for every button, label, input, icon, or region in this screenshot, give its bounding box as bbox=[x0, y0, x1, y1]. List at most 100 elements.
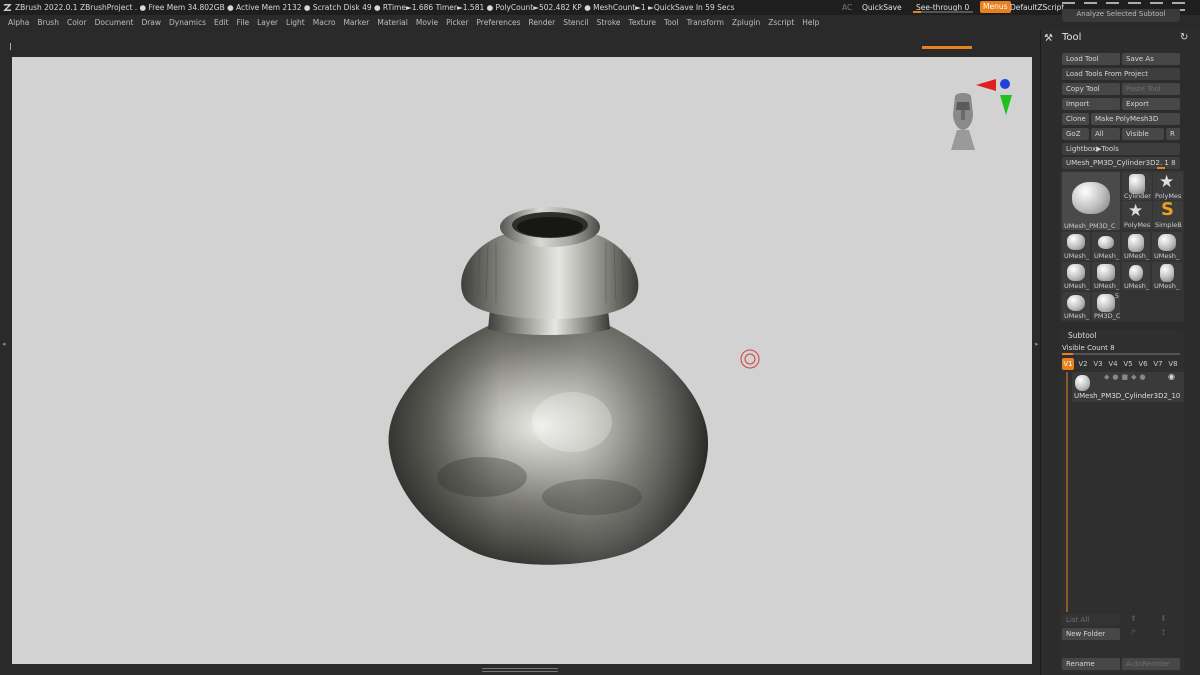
vset-tab-4[interactable]: V4 bbox=[1107, 358, 1119, 370]
vset-tab-1[interactable]: V1 bbox=[1062, 358, 1074, 370]
menus-toggle-button[interactable]: Menus bbox=[980, 1, 1011, 13]
star-thumb-icon: ★ bbox=[1128, 201, 1144, 221]
subtool-list-item[interactable]: ◆●■◆● ◉ UMesh_PM3D_Cylinder3D2_10 bbox=[1072, 372, 1184, 402]
tool-thumb-polymesh[interactable]: ★ PolyMes bbox=[1153, 172, 1183, 200]
tool-thumb-r1-1[interactable]: UMesh_ bbox=[1062, 232, 1090, 260]
tool-thumb-r2-4[interactable]: UMesh_ bbox=[1152, 262, 1182, 290]
export-button[interactable]: Export bbox=[1122, 98, 1180, 110]
menu-macro[interactable]: Macro bbox=[313, 15, 336, 30]
vset-tab-3[interactable]: V3 bbox=[1092, 358, 1104, 370]
visibility-eye-icon[interactable]: ◉ bbox=[1168, 372, 1175, 381]
auto-reorder-button[interactable]: AutoReorder bbox=[1122, 658, 1180, 670]
vset-tab-8[interactable]: V8 bbox=[1167, 358, 1179, 370]
menu-dynamics[interactable]: Dynamics bbox=[169, 15, 206, 30]
right-tray-toggle-icon[interactable]: ▸ bbox=[1035, 340, 1039, 348]
tool-thumb-main[interactable]: UMesh_PM3D_C bbox=[1062, 172, 1120, 230]
tool-thumb-label: PolyMes bbox=[1155, 192, 1182, 200]
vset-tab-7[interactable]: V7 bbox=[1152, 358, 1164, 370]
menu-stroke[interactable]: Stroke bbox=[597, 15, 621, 30]
tool-thumb-label: SimpleB bbox=[1155, 221, 1182, 229]
folder-arrow-icon[interactable]: ↱ bbox=[1130, 628, 1137, 637]
visible-count-track[interactable] bbox=[1062, 353, 1180, 355]
menu-brush[interactable]: Brush bbox=[37, 15, 59, 30]
lightbox-tools-button[interactable]: Lightbox▶Tools bbox=[1062, 143, 1180, 155]
menu-preferences[interactable]: Preferences bbox=[476, 15, 520, 30]
current-tool-slider-indicator bbox=[1157, 167, 1165, 169]
menu-draw[interactable]: Draw bbox=[141, 15, 161, 30]
new-folder-button[interactable]: New Folder bbox=[1062, 628, 1120, 640]
make-polymesh3d-button[interactable]: Make PolyMesh3D bbox=[1091, 113, 1180, 125]
move-up-icon[interactable]: ⬆ bbox=[1130, 614, 1137, 623]
save-as-button[interactable]: Save As bbox=[1122, 53, 1180, 65]
rename-button[interactable]: Rename bbox=[1062, 658, 1120, 670]
tool-thumb-label: Cylinder bbox=[1124, 192, 1151, 200]
menu-zplugin[interactable]: Zplugin bbox=[732, 15, 760, 30]
tool-thumb-cylinder[interactable]: Cylinder bbox=[1122, 172, 1152, 200]
subtool-options-icons[interactable]: ◆●■◆● bbox=[1104, 373, 1149, 381]
tool-brush-icon: ⚒ bbox=[1044, 33, 1053, 44]
tool-thumb-r2-2[interactable]: UMesh_ bbox=[1092, 262, 1120, 290]
tool-thumb-r3-1[interactable]: UMesh_ bbox=[1062, 292, 1090, 320]
menu-color[interactable]: Color bbox=[67, 15, 87, 30]
menu-texture[interactable]: Texture bbox=[629, 15, 656, 30]
viewport-bottom-bar bbox=[0, 664, 1040, 675]
menu-bar: Alpha Brush Color Document Draw Dynamics Edit F… bbox=[0, 15, 1040, 30]
menu-stencil[interactable]: Stencil bbox=[563, 15, 588, 30]
menu-help[interactable]: Help bbox=[802, 15, 819, 30]
vset-tab-6[interactable]: V6 bbox=[1137, 358, 1149, 370]
left-tray-toggle-icon[interactable]: ◂ bbox=[2, 340, 6, 348]
menu-light[interactable]: Light bbox=[286, 15, 305, 30]
load-tool-button[interactable]: Load Tool bbox=[1062, 53, 1120, 65]
goz-all-button[interactable]: All bbox=[1091, 128, 1120, 140]
tool-palette-header[interactable]: ⚒ Tool ↻ bbox=[1044, 31, 1194, 47]
paste-tool-button[interactable]: Paste Tool bbox=[1122, 83, 1180, 95]
vset-tab-2[interactable]: V2 bbox=[1077, 358, 1089, 370]
menu-edit[interactable]: Edit bbox=[214, 15, 229, 30]
goz-visible-button[interactable]: Visible bbox=[1122, 128, 1164, 140]
tool-thumb-r1-3[interactable]: UMesh_ bbox=[1122, 232, 1150, 260]
folder-move-icon[interactable]: ↥ bbox=[1160, 628, 1167, 637]
reset-icon[interactable]: ↻ bbox=[1180, 32, 1188, 43]
menu-render[interactable]: Render bbox=[529, 15, 556, 30]
move-down-icon[interactable]: ⬇ bbox=[1160, 614, 1167, 623]
goz-button[interactable]: GoZ bbox=[1062, 128, 1089, 140]
menu-movie[interactable]: Movie bbox=[416, 15, 438, 30]
tool-thumb-polymesh2[interactable]: ★ PolyMes bbox=[1122, 201, 1152, 229]
list-all-button[interactable]: List All bbox=[1062, 614, 1120, 626]
visibility-set-tabs: V1 V2 V3 V4 V5 V6 V7 V8 bbox=[1062, 358, 1184, 370]
tool-thumb-simpleb[interactable]: S SimpleB bbox=[1153, 201, 1183, 229]
tool-thumb-r2-1[interactable]: UMesh_ bbox=[1062, 262, 1090, 290]
copy-tool-button[interactable]: Copy Tool bbox=[1062, 83, 1120, 95]
menu-file[interactable]: File bbox=[237, 15, 250, 30]
load-tools-from-project-button[interactable]: Load Tools From Project bbox=[1062, 68, 1180, 80]
tool-thumb-r1-2[interactable]: UMesh_ bbox=[1092, 232, 1120, 260]
analyze-subtool-button[interactable]: Analyze Selected Subtool bbox=[1062, 9, 1180, 22]
bottom-tray-grip-icon[interactable] bbox=[482, 668, 558, 672]
see-through-track[interactable] bbox=[913, 11, 973, 13]
menu-material[interactable]: Material bbox=[377, 15, 407, 30]
menu-zscript[interactable]: Zscript bbox=[768, 15, 794, 30]
tool-thumb-r3-2[interactable]: PM3D_C 5 bbox=[1092, 292, 1120, 320]
menu-picker[interactable]: Picker bbox=[446, 15, 468, 30]
menu-document[interactable]: Document bbox=[95, 15, 134, 30]
menu-transform[interactable]: Transform bbox=[687, 15, 724, 30]
ac-button[interactable]: AC bbox=[842, 0, 852, 15]
goz-r-button[interactable]: R bbox=[1166, 128, 1180, 140]
canvas-viewport[interactable] bbox=[12, 57, 1032, 664]
subtool-list-scrollbar[interactable] bbox=[1066, 372, 1068, 612]
default-zscript-button[interactable]: DefaultZScript bbox=[1010, 0, 1064, 15]
subtool-header[interactable]: Subtool bbox=[1060, 331, 1184, 342]
menu-layer[interactable]: Layer bbox=[257, 15, 278, 30]
vset-tab-5[interactable]: V5 bbox=[1122, 358, 1134, 370]
vase-model-render[interactable] bbox=[12, 57, 1032, 664]
tool-thumb-r2-3[interactable]: UMesh_ bbox=[1122, 262, 1150, 290]
menu-marker[interactable]: Marker bbox=[343, 15, 369, 30]
menu-tool[interactable]: Tool bbox=[664, 15, 679, 30]
import-button[interactable]: Import bbox=[1062, 98, 1120, 110]
quicksave-button[interactable]: QuickSave bbox=[862, 0, 902, 15]
axis-gizmo-icon[interactable] bbox=[974, 77, 1014, 117]
clone-button[interactable]: Clone bbox=[1062, 113, 1089, 125]
menu-alpha[interactable]: Alpha bbox=[8, 15, 29, 30]
tool-palette-title[interactable]: Tool bbox=[1062, 32, 1081, 43]
tool-thumb-r1-4[interactable]: UMesh_ bbox=[1152, 232, 1182, 260]
